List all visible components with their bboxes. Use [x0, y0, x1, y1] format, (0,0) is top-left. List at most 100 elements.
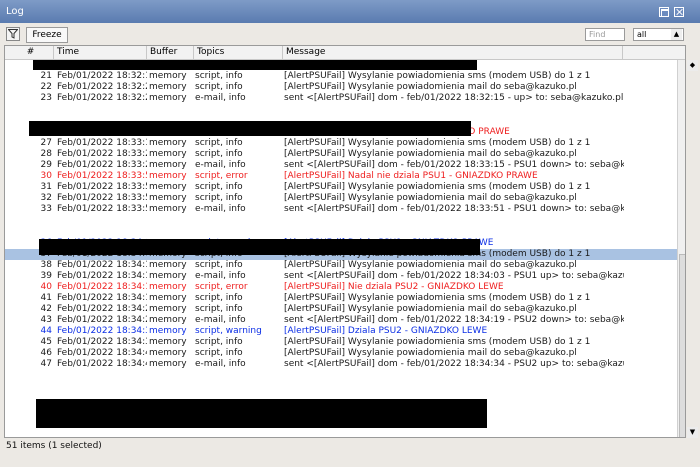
restore-icon[interactable] — [659, 7, 669, 17]
scrollbar-thumb[interactable] — [679, 254, 685, 437]
table-row[interactable]: 28 Feb/01/2022 18:33:22 memory script, info… — [5, 149, 677, 160]
row-number: 47 — [40, 359, 52, 369]
column-header-time[interactable]: Time — [54, 46, 147, 59]
row-number: 46 — [40, 348, 52, 358]
row-buffer: memory — [149, 149, 187, 159]
row-time: Feb/01/2022 18:34:19 — [57, 282, 147, 292]
row-topics: script, info — [195, 348, 243, 358]
table-row[interactable]: 44 Feb/01/2022 18:34:34 memory script, warn… — [5, 326, 677, 337]
table-row[interactable]: 42 Feb/01/2022 18:34:26 memory script, info… — [5, 304, 677, 315]
table-row[interactable]: 27 Feb/01/2022 18:33:15 memory script, info… — [5, 138, 677, 149]
row-topics: e-mail, info — [195, 271, 246, 281]
chevron-down-icon[interactable]: ▲︎ — [671, 29, 682, 40]
table-row[interactable]: 43 Feb/01/2022 18:34:26 memory e-mail, info… — [5, 315, 677, 326]
row-message: [AlertPSUFail] Wysylanie powiadomienia s… — [284, 293, 591, 303]
column-header-message[interactable]: Message — [283, 46, 623, 59]
row-message: [AlertPSUFail] Wysylanie powiadomienia s… — [284, 182, 591, 192]
row-topics: script, info — [195, 193, 243, 203]
row-message: sent <[AlertPSUFail] dom - feb/01/2022 1… — [284, 93, 624, 103]
row-message: [AlertPSUFail] Dziala PSU2 - GNIAZDKO LE… — [284, 326, 488, 336]
column-header-topics[interactable]: Topics — [194, 46, 283, 59]
row-buffer: memory — [149, 82, 187, 92]
column-header-num[interactable]: # — [5, 46, 54, 59]
row-topics: e-mail, info — [195, 359, 246, 369]
title-bar[interactable]: Log — [0, 0, 700, 23]
table-row[interactable]: 33 Feb/01/2022 18:33:59 memory e-mail, info… — [5, 204, 677, 215]
row-topics: script, info — [195, 71, 243, 81]
row-buffer: memory — [149, 326, 187, 336]
row-number: 32 — [40, 193, 52, 203]
row-time: Feb/01/2022 18:34:41 — [57, 348, 147, 358]
row-topics: script, info — [195, 82, 243, 92]
row-time: Feb/01/2022 18:33:22 — [57, 149, 147, 159]
row-number: 40 — [40, 282, 52, 292]
row-message: [AlertPSUFail] Wysylanie powiadomienia m… — [284, 193, 577, 203]
row-number: 45 — [40, 337, 52, 347]
filter-button[interactable] — [6, 27, 20, 41]
table-row[interactable]: 22 Feb/01/2022 18:32:22 memory script, info… — [5, 82, 677, 93]
table-row[interactable]: 32 Feb/01/2022 18:33:58 memory script, info… — [5, 193, 677, 204]
row-time: Feb/01/2022 18:33:15 — [57, 138, 147, 148]
table-row[interactable]: 38 Feb/01/2022 18:34:10 memory script, info… — [5, 260, 677, 271]
row-time: Feb/01/2022 18:32:15 — [57, 71, 147, 81]
row-message: [AlertPSUFail] Wysylanie powiadomienia m… — [284, 82, 577, 92]
row-message: [AlertPSUFail] Wysylanie powiadomienia m… — [284, 304, 577, 314]
table-row[interactable]: 23 Feb/01/2022 18:32:23 memory e-mail, info… — [5, 93, 677, 104]
row-buffer: memory — [149, 304, 187, 314]
table-row[interactable]: 47 Feb/01/2022 18:34:42 memory e-mail, info… — [5, 359, 677, 370]
column-header-buffer[interactable]: Buffer — [147, 46, 194, 59]
row-message: [AlertPSUFail] Wysylanie powiadomienia m… — [284, 149, 577, 159]
table-row[interactable]: 41 Feb/01/2022 18:34:19 memory script, info… — [5, 293, 677, 304]
scroll-down-icon[interactable]: ▼︎ — [687, 427, 698, 438]
row-number: 22 — [40, 82, 52, 92]
vertical-scrollbar[interactable] — [677, 60, 685, 437]
row-buffer: memory — [149, 348, 187, 358]
row-number: 29 — [40, 160, 52, 170]
row-message: sent <[AlertPSUFail] dom - feb/01/2022 1… — [284, 315, 624, 325]
row-buffer: memory — [149, 359, 187, 369]
row-buffer: memory — [149, 93, 187, 103]
close-icon[interactable] — [674, 7, 684, 17]
table-row[interactable]: 39 Feb/01/2022 18:34:11 memory e-mail, info… — [5, 271, 677, 282]
table-row[interactable]: 40 Feb/01/2022 18:34:19 memory script, erro… — [5, 282, 677, 293]
table-row[interactable]: 46 Feb/01/2022 18:34:41 memory script, info… — [5, 348, 677, 359]
row-buffer: memory — [149, 315, 187, 325]
row-message: [AlertPSUFail] Nie dziala PSU2 - GNIAZDK… — [284, 282, 504, 292]
row-topics: script, info — [195, 304, 243, 314]
find-input[interactable]: Find — [585, 28, 625, 41]
redacted-block — [33, 60, 477, 70]
row-time: Feb/01/2022 18:34:11 — [57, 271, 147, 281]
log-window: Log Freeze Find all ▲︎ # Time Buffer Top… — [0, 0, 700, 467]
log-table: # Time Buffer Topics Message 20Feb/01/20… — [4, 45, 686, 438]
row-topics: e-mail, info — [195, 315, 246, 325]
row-buffer: memory — [149, 193, 187, 203]
redacted-block — [29, 121, 471, 136]
freeze-button[interactable]: Freeze — [26, 27, 68, 43]
table-row[interactable]: 45 Feb/01/2022 18:34:34 memory script, info… — [5, 337, 677, 348]
row-number: 28 — [40, 149, 52, 159]
row-buffer: memory — [149, 293, 187, 303]
table-row[interactable]: 30 Feb/01/2022 18:33:51 memory script, erro… — [5, 171, 677, 182]
row-number: 44 — [40, 326, 52, 336]
row-message: [AlertPSUFail] Wysylanie powiadomienia s… — [284, 138, 591, 148]
row-number: 27 — [40, 138, 52, 148]
row-topics: script, info — [195, 337, 243, 347]
row-message: sent <[AlertPSUFail] dom - feb/01/2022 1… — [284, 359, 624, 369]
row-number: 39 — [40, 271, 52, 281]
row-message: [AlertPSUFail] Wysylanie powiadomienia m… — [284, 260, 577, 270]
row-message: sent <[AlertPSUFail] dom - feb/01/2022 1… — [284, 271, 624, 281]
scroll-up-icon[interactable]: ◆︎ — [687, 60, 698, 71]
row-topics: script, info — [195, 138, 243, 148]
row-topics: script, info — [195, 293, 243, 303]
row-message: sent <[AlertPSUFail] dom - feb/01/2022 1… — [284, 160, 624, 170]
table-row[interactable]: 29 Feb/01/2022 18:33:22 memory e-mail, info… — [5, 160, 677, 171]
table-row[interactable]: 21 Feb/01/2022 18:32:15 memory script, info… — [5, 71, 677, 82]
row-number: 33 — [40, 204, 52, 214]
table-row[interactable]: 31 Feb/01/2022 18:33:51 memory script, info… — [5, 182, 677, 193]
row-buffer: memory — [149, 260, 187, 270]
row-time: Feb/01/2022 18:33:51 — [57, 182, 147, 192]
row-number: 42 — [40, 304, 52, 314]
row-number: 23 — [40, 93, 52, 103]
row-topics: script, warning — [195, 326, 262, 336]
window-title: Log — [6, 6, 24, 17]
